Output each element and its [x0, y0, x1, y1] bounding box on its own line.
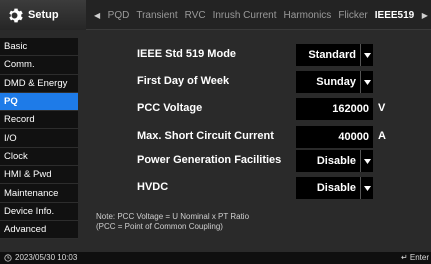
setting-row-pcc-voltage: PCC Voltage 162000 V — [90, 98, 420, 120]
sidebar-item-maintenance[interactable]: Maintenance — [0, 184, 78, 203]
first-day-label: First Day of Week — [137, 75, 230, 87]
power-gen-value: Disable — [316, 155, 356, 167]
tab-ieee519[interactable]: IEEE519 — [375, 10, 414, 21]
enter-label: Enter — [409, 253, 429, 262]
setting-row-max-sc-current: Max. Short Circuit Current 40000 A — [90, 126, 420, 148]
sidebar-item-clock[interactable]: Clock — [0, 147, 78, 167]
enter-icon: ↵ — [400, 253, 410, 262]
screen: Setup ◀ PQD Transient RVC Inrush Current… — [0, 0, 431, 264]
sidebar-item-hmi-pwd[interactable]: HMI & Pwd — [0, 166, 78, 185]
pcc-voltage-label: PCC Voltage — [137, 102, 203, 114]
max-sc-current-label: Max. Short Circuit Current — [137, 130, 274, 142]
tab-transient[interactable]: Transient — [136, 10, 177, 21]
sidebar-item-record[interactable]: Record — [0, 111, 78, 130]
max-sc-current-input[interactable]: 40000 — [296, 126, 373, 148]
pcc-voltage-unit: V — [378, 102, 386, 114]
setup-label: Setup — [28, 9, 59, 21]
datetime: 2023/05/30 10:03 — [4, 253, 77, 262]
max-sc-current-unit: A — [378, 130, 386, 142]
first-day-value: Sunday — [316, 76, 356, 88]
setup-title: Setup — [0, 0, 86, 30]
hvdc-value: Disable — [316, 182, 356, 194]
mode-select[interactable]: Standard — [296, 44, 373, 66]
setting-row-hvdc: HVDC Disable — [90, 177, 420, 199]
status-bar: 2023/05/30 10:03 ↵ Enter — [0, 252, 431, 264]
mode-value: Standard — [308, 49, 356, 61]
header-bar: Setup ◀ PQD Transient RVC Inrush Current… — [0, 0, 431, 30]
power-gen-label: Power Generation Facilities — [137, 154, 282, 166]
tab-next-arrow-icon[interactable]: ▶ — [422, 11, 428, 20]
gear-icon — [9, 8, 23, 22]
setting-row-power-gen: Power Generation Facilities Disable — [90, 150, 420, 172]
tab-pqd[interactable]: PQD — [108, 10, 130, 21]
note-line-1: Note: PCC Voltage = U Nominal x PT Ratio — [96, 212, 250, 221]
chevron-down-icon[interactable] — [360, 150, 373, 172]
note-line-2: (PCC = Point of Common Coupling) — [96, 222, 223, 231]
clock-icon — [4, 253, 12, 262]
tab-strip: ◀ PQD Transient RVC Inrush Current Harmo… — [90, 0, 431, 30]
settings-panel: IEEE Std 519 Mode Standard First Day of … — [90, 38, 420, 238]
hvdc-label: HVDC — [137, 181, 169, 193]
sidebar-item-io[interactable]: I/O — [0, 129, 78, 148]
hvdc-select[interactable]: Disable — [296, 177, 373, 199]
chevron-down-icon[interactable] — [360, 177, 373, 199]
note: Note: PCC Voltage = U Nominal x PT Ratio… — [96, 212, 249, 232]
pcc-voltage-input[interactable]: 162000 — [296, 98, 373, 120]
tab-prev-arrow-icon[interactable]: ◀ — [94, 11, 100, 20]
sidebar: Basic Comm. DMD & Energy PQ Record I/O C… — [0, 38, 78, 240]
setting-row-first-day: First Day of Week Sunday — [90, 71, 420, 93]
chevron-down-icon[interactable] — [360, 44, 373, 66]
setting-row-mode: IEEE Std 519 Mode Standard — [90, 44, 420, 66]
first-day-select[interactable]: Sunday — [296, 71, 373, 93]
datetime-text: 2023/05/30 10:03 — [15, 253, 78, 262]
tab-inrush-current[interactable]: Inrush Current — [213, 10, 277, 21]
tab-harmonics[interactable]: Harmonics — [284, 10, 332, 21]
chevron-down-icon[interactable] — [360, 71, 373, 93]
tab-flicker[interactable]: Flicker — [338, 10, 367, 21]
sidebar-item-advanced[interactable]: Advanced — [0, 220, 78, 240]
sidebar-item-dmd-energy[interactable]: DMD & Energy — [0, 74, 78, 93]
enter-button[interactable]: ↵ Enter — [401, 253, 429, 262]
sidebar-item-comm[interactable]: Comm. — [0, 56, 78, 75]
sidebar-item-basic[interactable]: Basic — [0, 38, 78, 57]
mode-label: IEEE Std 519 Mode — [137, 48, 237, 60]
sidebar-item-pq[interactable]: PQ — [0, 92, 78, 112]
tab-rvc[interactable]: RVC — [185, 10, 206, 21]
sidebar-item-device-info[interactable]: Device Info. — [0, 202, 78, 221]
power-gen-select[interactable]: Disable — [296, 150, 373, 172]
